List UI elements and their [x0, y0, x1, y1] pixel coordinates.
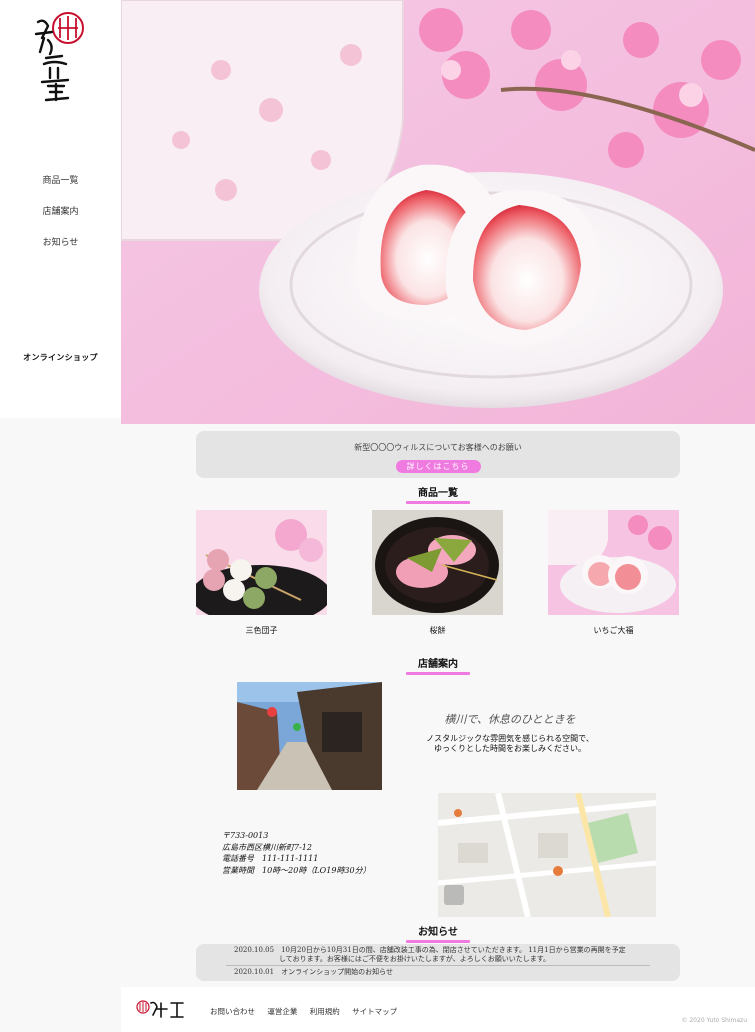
- nav-store[interactable]: 店舗案内: [0, 205, 121, 236]
- nav-products[interactable]: 商品一覧: [0, 174, 121, 205]
- store-title: 店舗案内: [418, 659, 458, 670]
- news-list: 2020.10.05 10月20日から10月31日の間、店舗改装工事の為、閉店さ…: [196, 944, 680, 981]
- footer-contact-link[interactable]: お問い合わせ: [210, 1007, 255, 1016]
- title-underline: [406, 501, 470, 504]
- notice-detail-button[interactable]: 詳しくはこちら: [395, 460, 481, 473]
- title-underline: [406, 672, 470, 675]
- footer-company-link[interactable]: 運営企業: [267, 1007, 297, 1016]
- footer-terms-link[interactable]: 利用規約: [310, 1007, 340, 1016]
- site-logo[interactable]: [30, 8, 90, 104]
- footer-links: お問い合わせ 運営企業 利用規約 サイトマップ: [210, 1006, 407, 1017]
- catch-text-1: ノスタルジックな雰囲気を感じられる空間で、: [426, 734, 594, 743]
- news-item[interactable]: 2020.10.05 10月20日から10月31日の間、店舗改装工事の為、閉店さ…: [234, 946, 626, 964]
- products-heading: 商品一覧: [388, 484, 488, 504]
- store-catchcopy: 横川で、休息のひとときを ノスタルジックな雰囲気を感じられる空間で、 ゆっくりと…: [420, 711, 600, 754]
- news-heading: お知らせ: [388, 923, 488, 943]
- product-name: 三色団子: [245, 626, 278, 635]
- footer: お問い合わせ 運営企業 利用規約 サイトマップ © 2020 Yuto Shim…: [121, 987, 755, 1032]
- nav-news[interactable]: お知らせ: [0, 236, 121, 267]
- catch-title: 横川で、休息のひとときを: [444, 713, 576, 726]
- product-image-ichigo-daifuku[interactable]: [548, 510, 679, 615]
- product-card[interactable]: 三色団子: [196, 510, 327, 636]
- main-nav: 商品一覧 店舗案内 お知らせ: [0, 174, 121, 267]
- notice-banner: 新型〇〇〇ウィルスについてお客様へのお願い 詳しくはこちら: [196, 431, 680, 478]
- catch-text-2: ゆっくりとした時間をお楽しみください。: [434, 744, 586, 753]
- store-map[interactable]: [438, 793, 656, 917]
- product-card[interactable]: 桜餅: [372, 510, 503, 636]
- business-hours: 営業時間 10時〜20時（LO19時30分）: [222, 865, 371, 875]
- news-item-text: 2020.10.05 10月20日から10月31日の間、店舗改装工事の為、閉店さ…: [234, 946, 626, 954]
- news-title: お知らせ: [418, 927, 458, 938]
- online-shop-link[interactable]: オンラインショップ: [0, 352, 121, 363]
- notice-text: 新型〇〇〇ウィルスについてお客様へのお願い: [354, 443, 522, 452]
- store-address: 〒733-0013 広島市西区横川新町7-12 電話番号 111-111-111…: [222, 830, 371, 876]
- product-name: 桜餅: [429, 626, 446, 635]
- title-underline: [406, 940, 470, 943]
- product-card[interactable]: いちご大福: [548, 510, 679, 636]
- product-image-dango[interactable]: [196, 510, 327, 615]
- news-divider: [226, 965, 650, 966]
- store-heading: 店舗案内: [388, 655, 488, 675]
- phone-number: 電話番号 111-111-1111: [222, 854, 319, 863]
- products-title: 商品一覧: [418, 488, 458, 499]
- product-image-sakuramochi[interactable]: [372, 510, 503, 615]
- store-photo: [237, 682, 382, 790]
- news-item-text: 2020.10.01 オンラインショップ開始のお知らせ: [234, 968, 393, 976]
- product-name: いちご大福: [593, 626, 634, 635]
- footer-logo[interactable]: [135, 997, 187, 1021]
- postal-code: 〒733-0013: [222, 831, 269, 840]
- news-item[interactable]: 2020.10.01 オンラインショップ開始のお知らせ: [234, 968, 393, 977]
- footer-sitemap-link[interactable]: サイトマップ: [352, 1007, 397, 1016]
- street-address: 広島市西区横川新町7-12: [222, 842, 312, 852]
- sidebar: 商品一覧 店舗案内 お知らせ オンラインショップ: [0, 0, 121, 418]
- hero-image: [121, 0, 755, 424]
- copyright: © 2020 Yuto Shimazu: [681, 1017, 747, 1024]
- news-item-text-cont: しております。お客様にはご不便をお掛けいたしますが、よろしくお願いいたします。: [279, 955, 551, 963]
